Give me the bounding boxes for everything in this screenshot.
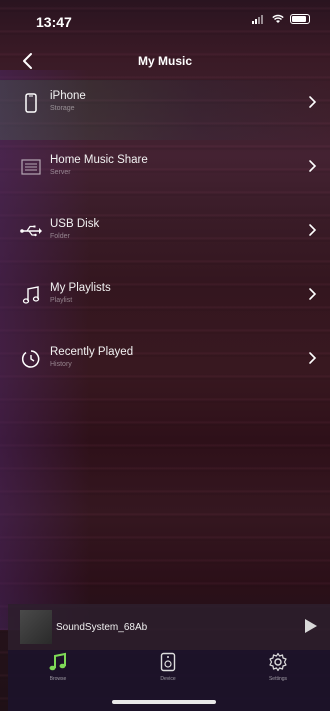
chevron-right-icon: [309, 352, 317, 364]
status-time: 13:47: [36, 14, 72, 30]
source-list: iPhone Storage Home Music Share Server U…: [0, 78, 330, 398]
gear-icon: [269, 652, 287, 672]
item-subtitle: Folder: [50, 233, 70, 240]
usb-icon: [20, 220, 42, 242]
now-playing-bar[interactable]: SoundSystem_68Ab: [8, 604, 330, 650]
tab-label: Settings: [268, 676, 288, 682]
item-label: Home Music Share: [50, 154, 148, 166]
tab-settings[interactable]: Settings: [248, 652, 308, 694]
item-subtitle: Storage: [50, 105, 75, 112]
history-icon: [20, 348, 42, 370]
speaker-icon: [160, 652, 176, 672]
item-subtitle: Playlist: [50, 297, 73, 304]
page-title: My Music: [137, 54, 192, 68]
chevron-right-icon: [309, 288, 317, 300]
item-subtitle: History: [50, 361, 72, 368]
play-icon[interactable]: [304, 618, 318, 634]
status-icons: [252, 14, 310, 24]
phone-icon: [20, 92, 42, 114]
tab-device[interactable]: Device: [138, 652, 198, 694]
chevron-right-icon: [309, 224, 317, 236]
tab-browse[interactable]: Browse: [28, 652, 88, 694]
list-item-home-music-share[interactable]: Home Music Share Server: [0, 142, 330, 206]
chevron-right-icon: [309, 96, 317, 108]
list-item-recently-played[interactable]: Recently Played History: [0, 334, 330, 398]
album-art: [20, 610, 52, 644]
item-label: iPhone: [50, 90, 86, 102]
music-note-icon: [49, 652, 66, 671]
chevron-right-icon: [309, 160, 317, 172]
tab-label: Device: [160, 676, 176, 682]
home-indicator: [112, 700, 216, 704]
server-icon: [20, 156, 42, 178]
wifi-icon: [272, 14, 284, 23]
signal-icon: [252, 14, 266, 24]
tab-label: Browse: [49, 676, 67, 682]
item-label: USB Disk: [50, 218, 100, 230]
battery-icon: [290, 14, 310, 24]
status-bar: 13:47: [0, 0, 330, 44]
list-item-my-playlists[interactable]: My Playlists Playlist: [0, 270, 330, 334]
item-subtitle: Server: [50, 169, 71, 176]
item-label: My Playlists: [50, 282, 111, 294]
list-item-usb-disk[interactable]: USB Disk Folder: [0, 206, 330, 270]
list-item-iphone[interactable]: iPhone Storage: [0, 78, 330, 142]
nav-bar: My Music: [0, 44, 330, 78]
item-label: Recently Played: [50, 346, 134, 358]
device-name: SoundSystem_68Ab: [56, 622, 148, 633]
music-note-icon: [20, 284, 42, 306]
